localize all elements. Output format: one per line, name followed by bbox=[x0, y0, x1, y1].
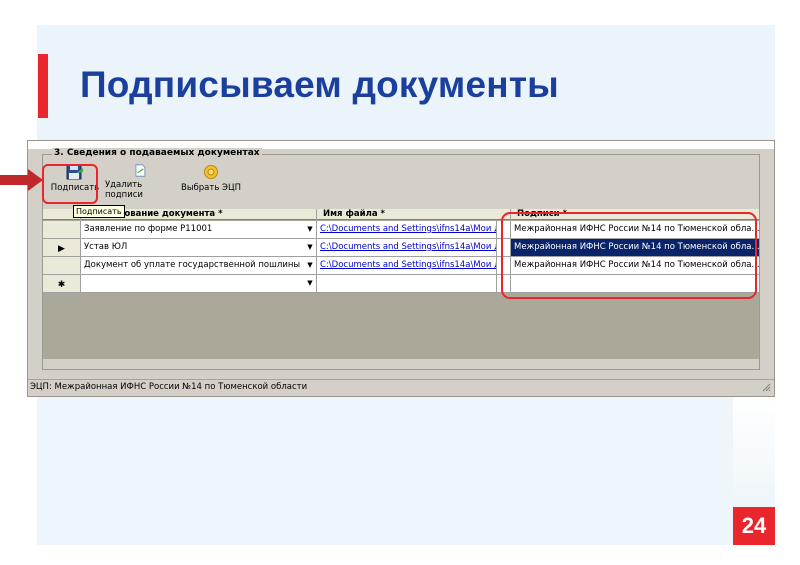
delete-signatures-label: Удалить подписи bbox=[105, 180, 143, 200]
chevron-down-icon[interactable]: ▼ bbox=[305, 241, 315, 254]
file-name-link[interactable] bbox=[317, 275, 497, 293]
doc-name-text: Устав ЮЛ bbox=[84, 242, 128, 252]
doc-name-cell[interactable]: ▼ bbox=[81, 275, 317, 293]
select-ecp-label: Выбрать ЭЦП bbox=[181, 183, 241, 193]
title-accent-bar bbox=[38, 54, 48, 118]
document-icon bbox=[135, 164, 146, 177]
doc-name-cell[interactable]: Устав ЮЛ ▼ bbox=[81, 239, 317, 257]
chevron-down-icon[interactable]: ▼ bbox=[305, 259, 315, 272]
doc-name-cell[interactable]: Документ об уплате государственной пошли… bbox=[81, 257, 317, 275]
page-number: 24 bbox=[733, 507, 775, 545]
signatures-column-highlight bbox=[501, 212, 757, 299]
chevron-down-icon[interactable]: ▼ bbox=[305, 223, 315, 236]
chevron-down-icon[interactable]: ▼ bbox=[305, 277, 315, 290]
row-indicator[interactable] bbox=[43, 221, 81, 239]
new-row-indicator[interactable]: ✱ bbox=[43, 275, 81, 293]
slide-title: Подписываем документы bbox=[80, 64, 559, 105]
seal-icon bbox=[204, 165, 218, 179]
page-number-stripe bbox=[733, 397, 775, 505]
resize-grip-icon[interactable] bbox=[761, 382, 771, 392]
row-indicator[interactable]: ▶ bbox=[43, 239, 81, 257]
doc-name-text: Заявление по форме Р11001 bbox=[84, 224, 213, 234]
header-file-name[interactable]: Имя файла * bbox=[317, 209, 511, 220]
delete-signatures-button[interactable]: Удалить подписи bbox=[105, 164, 175, 200]
sign-tooltip: Подписать bbox=[73, 205, 125, 218]
status-text: ЭЦП: Межрайонная ИФНС России №14 по Тюме… bbox=[30, 382, 308, 392]
doc-name-cell[interactable]: Заявление по форме Р11001 ▼ bbox=[81, 221, 317, 239]
doc-name-text: Документ об уплате государственной пошли… bbox=[84, 260, 301, 270]
status-bar: ЭЦП: Межрайонная ИФНС России №14 по Тюме… bbox=[28, 379, 774, 395]
group-title: 3. Сведения о подаваемых документах bbox=[52, 148, 262, 158]
sign-button-highlight bbox=[42, 164, 98, 204]
row-indicator[interactable] bbox=[43, 257, 81, 275]
file-name-link[interactable]: C:\Documents and Settings\ifns14a\Мои д.… bbox=[317, 257, 497, 275]
select-ecp-button[interactable]: Выбрать ЭЦП bbox=[180, 164, 242, 200]
red-arrow-icon bbox=[0, 169, 43, 191]
file-name-link[interactable]: C:\Documents and Settings\ifns14a\Мои д.… bbox=[317, 239, 497, 257]
file-name-link[interactable]: C:\Documents and Settings\ifns14a\Мои д.… bbox=[317, 221, 497, 239]
